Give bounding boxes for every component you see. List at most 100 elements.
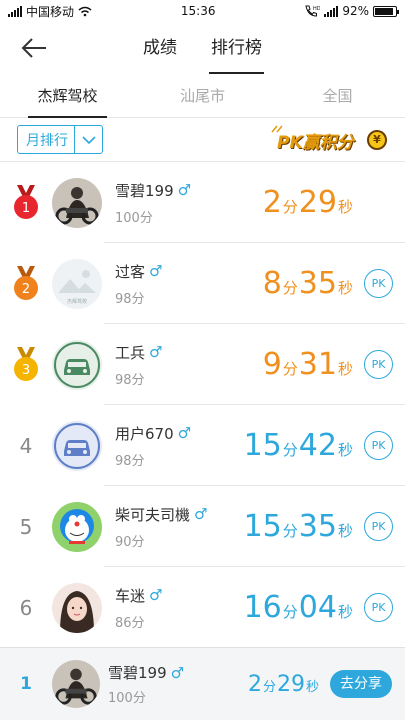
- minutes-unit: 分: [282, 441, 298, 459]
- leaderboard-list: 1 雪碧199 ♂ 100分 2 分 29 秒 2 杰辉驾校 过客 ♂ 98分 8 分 35 秒…: [0, 162, 405, 648]
- medal-gold-icon: 3: [14, 346, 38, 381]
- male-icon: ♂: [170, 663, 185, 682]
- male-icon: ♂: [149, 586, 163, 604]
- user-points: 98分: [115, 453, 145, 469]
- leaderboard-row[interactable]: 2 杰辉驾校 过客 ♂ 98分 8 分 35 秒 PK: [0, 243, 405, 324]
- male-icon: ♂: [149, 262, 163, 280]
- signal-icon: [8, 5, 22, 17]
- avatar[interactable]: [52, 420, 102, 471]
- my-avatar[interactable]: [52, 660, 100, 708]
- pk-button[interactable]: PK: [364, 431, 393, 460]
- leaderboard-row[interactable]: 5 柴可夫司機 ♂ 90分 15 分 35 秒 PK: [0, 486, 405, 567]
- signal-icon-2: [324, 5, 339, 17]
- wifi-icon: [78, 6, 92, 16]
- avatar[interactable]: [52, 177, 102, 228]
- time-seconds: 31: [298, 347, 337, 382]
- status-bar: 中国移动 15:36 HD 92%: [0, 0, 405, 22]
- time-minutes: 15: [243, 509, 282, 544]
- seconds-unit: 秒: [337, 441, 353, 459]
- seconds-unit: 秒: [337, 603, 353, 621]
- filter-bar: 月排行 PK赢积分 ¥: [0, 118, 405, 162]
- user-points: 98分: [115, 291, 145, 307]
- male-icon: ♂: [177, 424, 192, 442]
- minutes-unit: 分: [282, 198, 298, 216]
- carrier-label: 中国移动: [26, 4, 75, 19]
- pk-button[interactable]: PK: [364, 350, 393, 379]
- avatar[interactable]: 杰辉驾校: [52, 258, 102, 309]
- male-icon: ♂: [177, 181, 192, 199]
- rank-cell: 5: [0, 515, 52, 539]
- avatar[interactable]: [52, 582, 102, 633]
- exam-time: 15 分 42 秒: [244, 428, 354, 463]
- minutes-unit: 分: [282, 360, 298, 378]
- time-minutes: 8: [262, 266, 282, 301]
- time-minutes: 15: [243, 428, 282, 463]
- pk-points-text: PK赢积分: [277, 132, 354, 153]
- medal-number: 1: [22, 201, 30, 216]
- time-seconds: 29: [276, 671, 305, 697]
- user-info: 柴可夫司機 ♂ 90分: [115, 504, 244, 550]
- scope-tab-city[interactable]: 汕尾市: [135, 74, 270, 117]
- time-minutes: 2: [262, 185, 282, 220]
- coin-icon: ¥: [367, 129, 387, 150]
- medal-number: 3: [22, 363, 30, 378]
- user-info: 工兵 ♂ 98分: [115, 342, 263, 388]
- leaderboard-row[interactable]: 6 车迷 ♂ 86分 16 分 04 秒 PK: [0, 567, 405, 648]
- rank-cell: 2: [0, 265, 52, 302]
- clock: 15:36: [180, 4, 216, 18]
- avatar[interactable]: [52, 501, 102, 552]
- battery-fill: [375, 7, 394, 15]
- back-arrow-icon[interactable]: [20, 36, 48, 60]
- seconds-unit: 秒: [305, 679, 319, 695]
- share-button[interactable]: 去分享: [330, 670, 392, 698]
- my-user-points: 100分: [108, 691, 146, 706]
- minutes-unit: 分: [282, 522, 298, 540]
- header: 成绩 排行榜: [0, 22, 405, 74]
- time-seconds: 35: [298, 266, 337, 301]
- time-seconds: 35: [298, 509, 337, 544]
- period-dropdown[interactable]: 月排行: [17, 125, 103, 154]
- scope-tab-school[interactable]: 杰辉驾校: [0, 74, 135, 118]
- time-minutes: 2: [247, 671, 262, 697]
- user-info: 用户670 ♂ 98分: [115, 423, 244, 469]
- exam-time: 8 分 35 秒: [263, 266, 354, 301]
- tab-leaderboard[interactable]: 排行榜: [209, 22, 264, 74]
- scope-tabs: 杰辉驾校 汕尾市 全国: [0, 74, 405, 118]
- leaderboard-row[interactable]: 1 雪碧199 ♂ 100分 2 分 29 秒: [0, 162, 405, 243]
- user-info: 雪碧199 ♂ 100分: [115, 180, 263, 226]
- user-points: 86分: [115, 615, 145, 631]
- avatar[interactable]: [52, 339, 102, 390]
- medal-orange-icon: 2: [14, 265, 38, 300]
- user-name: 柴可夫司機: [115, 505, 191, 524]
- minutes-unit: 分: [282, 603, 298, 621]
- male-icon: ♂: [149, 343, 163, 361]
- hd-call-icon: HD: [305, 5, 320, 17]
- my-exam-time: 2 分 29 秒: [248, 672, 320, 697]
- my-rank-footer: 1 雪碧199 ♂ 100分 2 分 29 秒 去分享: [0, 647, 405, 720]
- seconds-unit: 秒: [337, 279, 353, 297]
- tab-scores[interactable]: 成绩: [143, 22, 177, 74]
- user-points: 100分: [115, 210, 153, 226]
- pk-button[interactable]: PK: [364, 593, 393, 622]
- user-points: 98分: [115, 372, 145, 388]
- my-user-name: 雪碧199: [108, 664, 167, 682]
- leaderboard-row[interactable]: 4 用户670 ♂ 98分 15 分 42 秒 PK: [0, 405, 405, 486]
- medal-red-icon: 1: [14, 184, 38, 219]
- time-seconds: 04: [298, 590, 337, 625]
- time-minutes: 9: [262, 347, 282, 382]
- pk-button[interactable]: PK: [364, 269, 393, 298]
- user-points: 90分: [115, 534, 145, 550]
- rank-cell: 1: [0, 184, 52, 221]
- rank-number: 6: [19, 595, 33, 620]
- user-name: 工兵: [115, 343, 146, 362]
- exam-time: 16 分 04 秒: [244, 590, 354, 625]
- scope-tab-national[interactable]: 全国: [270, 74, 405, 117]
- pk-button[interactable]: PK: [364, 512, 393, 541]
- time-seconds: 42: [298, 428, 337, 463]
- user-name: 过客: [115, 262, 146, 281]
- user-name: 用户670: [115, 424, 174, 443]
- avatar-watermark: 杰辉驾校: [67, 298, 87, 305]
- chevron-down-icon: [74, 126, 102, 153]
- leaderboard-row[interactable]: 3 工兵 ♂ 98分 9 分 31 秒 PK: [0, 324, 405, 405]
- pk-points-banner[interactable]: PK赢积分 ¥: [269, 125, 391, 155]
